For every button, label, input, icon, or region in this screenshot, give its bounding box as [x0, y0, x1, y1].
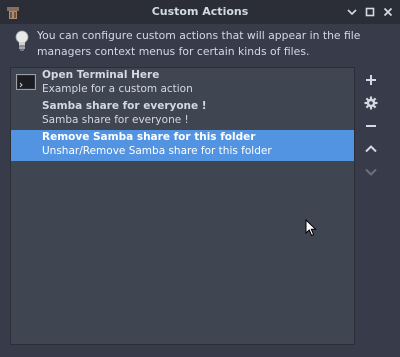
edit-action-button[interactable]: [362, 94, 380, 112]
move-down-button[interactable]: [362, 163, 380, 181]
minimize-button[interactable]: [344, 4, 360, 20]
chevron-down-icon: [365, 168, 377, 176]
move-up-button[interactable]: [362, 140, 380, 158]
remove-icon: [366, 125, 376, 127]
action-description: Example for a custom action: [42, 83, 193, 95]
action-description: Samba share for everyone !: [42, 114, 189, 126]
action-description: Unshar/Remove Samba share for this folde…: [42, 145, 272, 157]
list-item-open-terminal[interactable]: Open Terminal Here Example for a custom …: [11, 68, 354, 99]
action-name: Samba share for everyone !: [42, 100, 207, 112]
window-title: Custom Actions: [151, 5, 249, 18]
close-button[interactable]: [380, 4, 396, 20]
info-text: You can configure custom actions that wi…: [37, 29, 361, 58]
mouse-cursor-icon: [305, 218, 317, 237]
custom-actions-window: Custom Actions You can configure custom …: [0, 0, 400, 357]
terminal-icon: [16, 74, 36, 90]
lightbulb-icon: [15, 30, 29, 54]
list-item-samba-share[interactable]: Samba share for everyone ! Samba share f…: [11, 99, 354, 130]
add-icon: [366, 75, 376, 85]
titlebar[interactable]: Custom Actions: [0, 0, 400, 24]
chevron-up-icon: [365, 145, 377, 153]
info-panel: You can configure custom actions that wi…: [12, 27, 392, 61]
list-item-remove-samba-share[interactable]: Remove Samba share for this folder Unsha…: [11, 130, 354, 161]
gear-icon: [364, 96, 378, 110]
action-name: Remove Samba share for this folder: [42, 131, 256, 143]
action-name: Open Terminal Here: [42, 69, 160, 81]
add-action-button[interactable]: [362, 71, 380, 89]
maximize-button[interactable]: [362, 4, 378, 20]
remove-action-button[interactable]: [362, 117, 380, 135]
actions-list[interactable]: Open Terminal Here Example for a custom …: [10, 67, 355, 345]
